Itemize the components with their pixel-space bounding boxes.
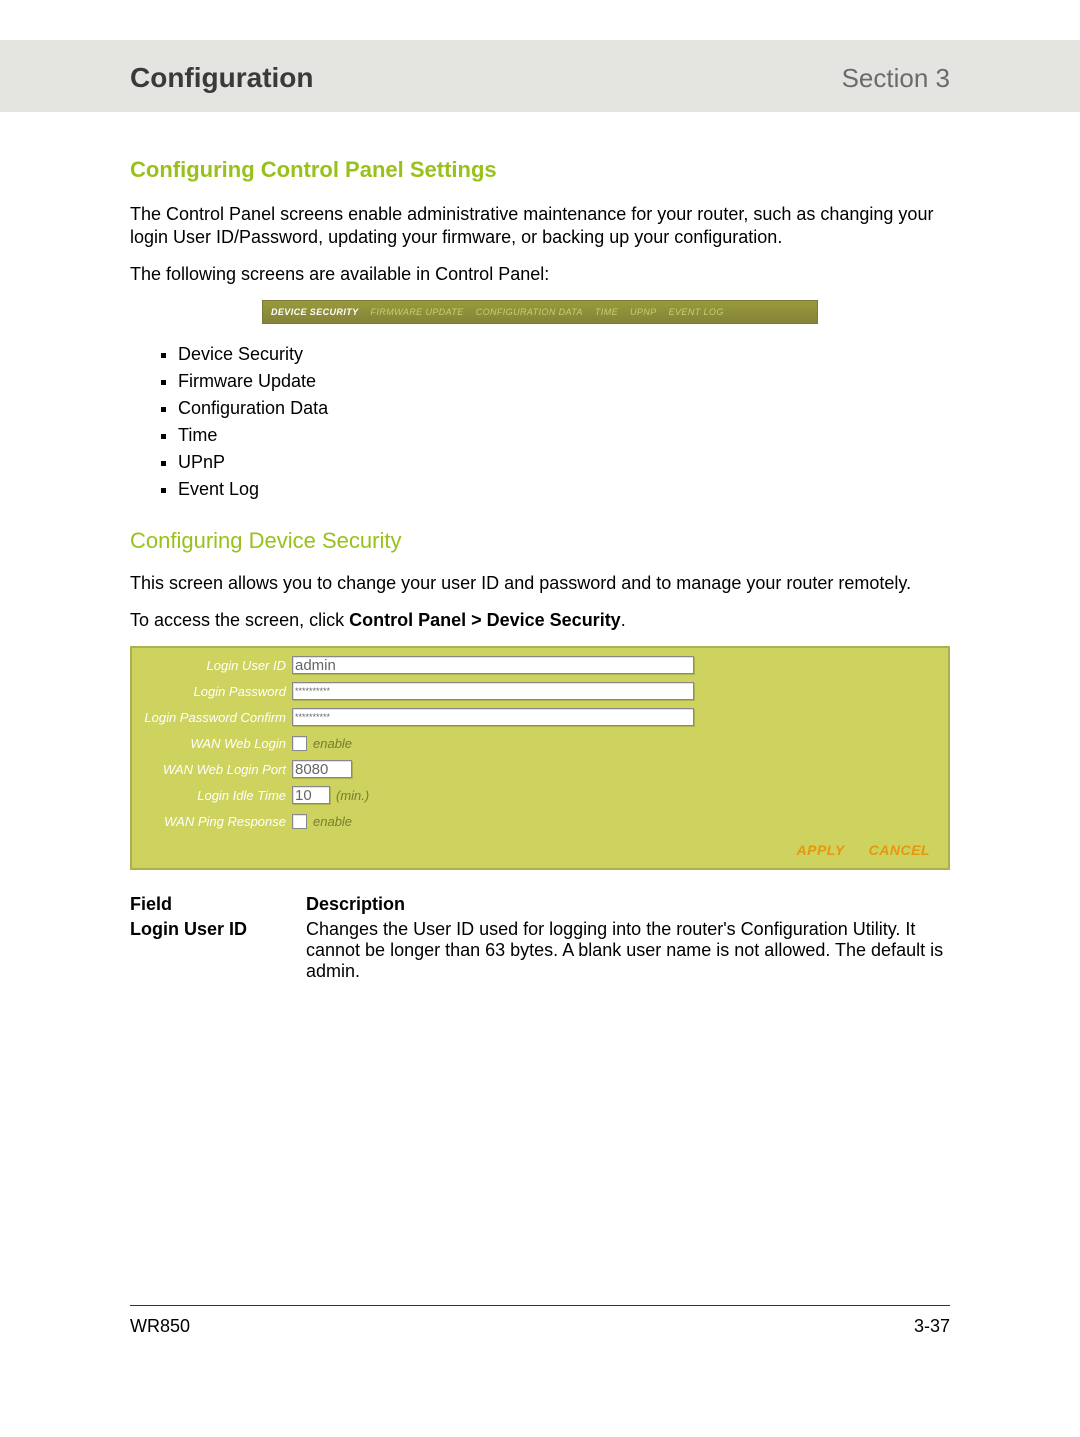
login-user-id-input[interactable]: [292, 656, 694, 674]
login-password-confirm-input[interactable]: [292, 708, 694, 726]
list-item: Firmware Update: [178, 369, 950, 396]
list-item: Device Security: [178, 342, 950, 369]
section-label: Section 3: [842, 63, 950, 94]
footer-model: WR850: [130, 1316, 190, 1337]
table-row-description: Changes the User ID used for logging int…: [306, 917, 950, 984]
min-label: (min.): [336, 788, 369, 803]
footer-page-number: 3-37: [914, 1316, 950, 1337]
cancel-button[interactable]: CANCEL: [869, 842, 930, 858]
bullet-list: Device Security Firmware Update Configur…: [130, 342, 950, 504]
access-instruction: To access the screen, click Control Pane…: [130, 609, 950, 632]
label-wan-web-login: WAN Web Login: [136, 736, 292, 751]
wan-ping-response-checkbox[interactable]: [292, 814, 307, 829]
list-item: UPnP: [178, 450, 950, 477]
tab-upnp[interactable]: UPNP: [630, 307, 657, 317]
table-header-description: Description: [306, 892, 950, 917]
table-row-field: Login User ID: [130, 917, 306, 984]
label-wan-web-login-port: WAN Web Login Port: [136, 762, 292, 777]
tab-firmware-update[interactable]: FIRMWARE UPDATE: [371, 307, 464, 317]
page-footer: WR850 3-37: [130, 1305, 950, 1337]
list-item: Event Log: [178, 477, 950, 504]
label-login-user-id: Login User ID: [136, 658, 292, 673]
wan-web-login-checkbox[interactable]: [292, 736, 307, 751]
label-wan-ping-response: WAN Ping Response: [136, 814, 292, 829]
login-password-input[interactable]: [292, 682, 694, 700]
enable-label: enable: [313, 736, 352, 751]
enable-label: enable: [313, 814, 352, 829]
list-item: Time: [178, 423, 950, 450]
page-header: Configuration Section 3: [0, 40, 1080, 112]
heading-device-security: Configuring Device Security: [130, 528, 950, 554]
login-idle-time-input[interactable]: [292, 786, 330, 804]
device-security-intro: This screen allows you to change your us…: [130, 572, 950, 595]
wan-web-login-port-input[interactable]: [292, 760, 352, 778]
label-login-password-confirm: Login Password Confirm: [136, 710, 292, 725]
tab-device-security[interactable]: DEVICE SECURITY: [271, 307, 359, 317]
apply-button[interactable]: APPLY: [797, 842, 845, 858]
page-title: Configuration: [130, 62, 314, 94]
available-paragraph: The following screens are available in C…: [130, 263, 950, 286]
tab-configuration-data[interactable]: CONFIGURATION DATA: [476, 307, 583, 317]
intro-paragraph: The Control Panel screens enable adminis…: [130, 203, 950, 249]
table-header-field: Field: [130, 892, 306, 917]
device-security-panel: Login User ID Login Password Login Passw…: [130, 646, 950, 870]
heading-control-panel: Configuring Control Panel Settings: [130, 157, 950, 183]
tab-event-log[interactable]: EVENT LOG: [669, 307, 724, 317]
list-item: Configuration Data: [178, 396, 950, 423]
label-login-password: Login Password: [136, 684, 292, 699]
tab-time[interactable]: TIME: [595, 307, 618, 317]
field-description-table: Field Description Login User ID Changes …: [130, 892, 950, 984]
tab-bar: DEVICE SECURITY FIRMWARE UPDATE CONFIGUR…: [262, 300, 818, 324]
label-login-idle-time: Login Idle Time: [136, 788, 292, 803]
